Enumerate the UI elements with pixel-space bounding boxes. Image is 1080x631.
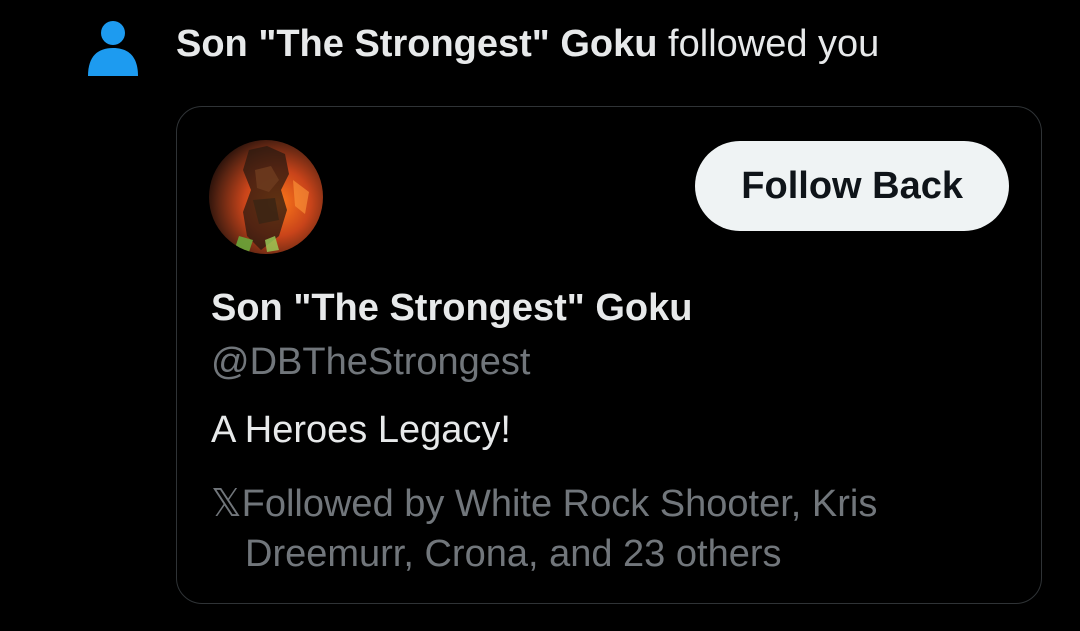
x-logo-icon: 𝕏 <box>211 483 242 525</box>
follow-notification[interactable]: Son "The Strongest" Goku followed you Fo… <box>0 0 1080 631</box>
avatar[interactable] <box>209 140 323 254</box>
follow-back-button[interactable]: Follow Back <box>695 141 1009 231</box>
user-bio: A Heroes Legacy! <box>211 409 511 451</box>
user-card[interactable]: Follow Back Son "The Strongest" Goku @DB… <box>176 106 1042 604</box>
followed-by-text[interactable]: 𝕏Followed by White Rock Shooter, Kris Dr… <box>211 479 991 579</box>
person-icon <box>88 21 138 76</box>
actor-name-link[interactable]: Son "The Strongest" Goku <box>176 23 658 65</box>
followed-by-line2: Dreemurr, Crona, and 23 others <box>245 533 782 575</box>
avatar-image <box>209 140 323 254</box>
display-name[interactable]: Son "The Strongest" Goku <box>211 287 693 330</box>
notification-text: Son "The Strongest" Goku followed you <box>176 20 879 68</box>
user-handle[interactable]: @DBTheStrongest <box>211 341 531 384</box>
followed-by-line1: Followed by White Rock Shooter, Kris <box>241 483 878 525</box>
action-text: followed you <box>657 23 880 65</box>
